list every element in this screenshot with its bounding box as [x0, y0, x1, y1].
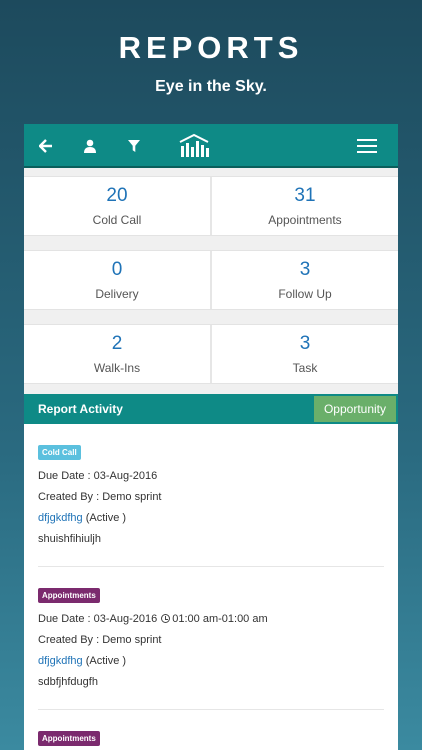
user-icon[interactable] — [76, 124, 104, 168]
activity-note: sdbfjhfdugfh — [38, 676, 98, 688]
stat-label: Follow Up — [278, 287, 332, 301]
stat-value: 20 — [106, 185, 128, 206]
activity-item[interactable]: Appointments — [38, 710, 384, 750]
stat-label: Walk-Ins — [93, 361, 141, 375]
stat-value: 3 — [299, 333, 311, 354]
app-toolbar — [24, 124, 398, 168]
stat-follow-up[interactable]: 3 Follow Up — [210, 251, 398, 309]
stat-walk-ins[interactable]: 2 Walk-Ins — [24, 325, 210, 383]
activity-created-by: Created By : Demo sprint — [38, 491, 162, 503]
back-arrow-icon[interactable] — [32, 124, 60, 168]
activity-list: Cold Call Due Date : 03-Aug-2016 Created… — [24, 424, 398, 750]
stat-row: 0 Delivery 3 Follow Up — [24, 250, 398, 310]
stat-cold-call[interactable]: 20 Cold Call — [24, 177, 210, 235]
due-date-text: Due Date : 03-Aug-2016 — [38, 613, 158, 625]
report-activity-header: Report Activity Opportunity — [24, 394, 398, 424]
stat-row: 2 Walk-Ins 3 Task — [24, 324, 398, 384]
stat-row: 20 Cold Call 31 Appointments — [24, 176, 398, 236]
time-range-text: 01:00 am-01:00 am — [172, 613, 268, 625]
activity-contact: dfjgkdfhg (Active ) — [38, 508, 384, 529]
activity-contact: dfjgkdfhg (Active ) — [38, 651, 384, 672]
clock-icon — [161, 614, 171, 623]
stat-label: Delivery — [95, 287, 139, 301]
contact-link[interactable]: dfjgkdfhg — [38, 512, 83, 524]
report-activity-title: Report Activity — [38, 402, 123, 416]
activity-due-date: Due Date : 03-Aug-2016 01:00 am-01:00 am — [38, 609, 384, 630]
activity-type-badge: Appointments — [38, 588, 100, 603]
stat-value: 31 — [294, 185, 316, 206]
activity-type-badge: Appointments — [38, 731, 100, 746]
app-screen: 20 Cold Call 31 Appointments 0 Delivery … — [24, 124, 398, 750]
stat-appointments[interactable]: 31 Appointments — [210, 177, 398, 235]
activity-item[interactable]: Appointments Due Date : 03-Aug-2016 01:00… — [38, 567, 384, 710]
activity-created-by: Created By : Demo sprint — [38, 634, 162, 646]
stat-delivery[interactable]: 0 Delivery — [24, 251, 210, 309]
stat-task[interactable]: 3 Task — [210, 325, 398, 383]
activity-note: shuishfihiuljh — [38, 533, 101, 545]
opportunity-button[interactable]: Opportunity — [314, 396, 396, 422]
stat-value: 0 — [111, 259, 123, 280]
promo-subtitle: Eye in the Sky. — [155, 78, 267, 95]
activity-type-badge: Cold Call — [38, 445, 81, 460]
stat-label: Task — [292, 361, 318, 375]
contact-status: (Active ) — [82, 512, 127, 524]
promo-title: REPORTS — [118, 30, 304, 65]
filter-icon[interactable] — [120, 124, 148, 168]
contact-link[interactable]: dfjgkdfhg — [38, 655, 83, 667]
stat-value: 2 — [111, 333, 123, 354]
activity-item[interactable]: Cold Call Due Date : 03-Aug-2016 Created… — [38, 424, 384, 567]
stat-value: 3 — [299, 259, 311, 280]
stat-label: Cold Call — [92, 213, 142, 227]
stat-label: Appointments — [268, 213, 342, 227]
activity-due-date: Due Date : 03-Aug-2016 — [38, 470, 158, 482]
chart-bars-icon — [174, 124, 214, 168]
contact-status: (Active ) — [82, 655, 127, 667]
menu-icon[interactable] — [352, 124, 382, 168]
stats-grid: 20 Cold Call 31 Appointments 0 Delivery … — [24, 168, 398, 384]
